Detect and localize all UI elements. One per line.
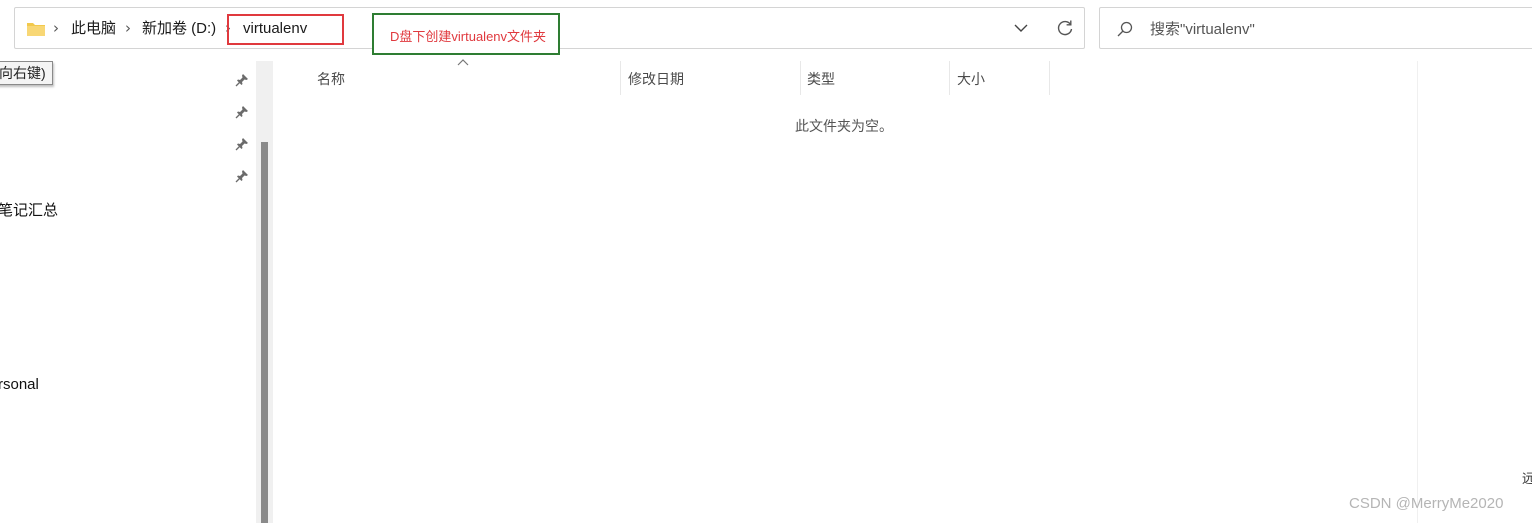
refresh-icon[interactable] (1055, 18, 1075, 38)
column-divider[interactable] (620, 61, 621, 95)
pin-icon[interactable] (235, 169, 249, 183)
nav-scrollbar-thumb[interactable] (261, 142, 268, 523)
tooltip: 向右键) (0, 61, 53, 85)
pin-icon[interactable] (235, 105, 249, 119)
column-header-name[interactable]: 名称 (317, 69, 345, 89)
search-icon (1117, 21, 1133, 37)
column-divider[interactable] (1049, 61, 1050, 95)
column-header-date-modified[interactable]: 修改日期 (628, 69, 684, 89)
annotation-box: D盘下创建virtualenv文件夹 (372, 13, 560, 55)
pin-icon[interactable] (235, 137, 249, 151)
nav-item-personal[interactable]: rsonal (0, 376, 39, 393)
column-header-size[interactable]: 大小 (957, 69, 985, 89)
search-input[interactable] (1150, 18, 1510, 40)
sort-ascending-icon (457, 59, 469, 66)
column-divider[interactable] (949, 61, 950, 95)
breadcrumb-drive-d[interactable]: 新加卷 (D:) (142, 19, 216, 39)
annotation-text: D盘下创建virtualenv文件夹 (390, 29, 547, 44)
breadcrumb-virtualenv[interactable]: virtualenv (243, 19, 307, 39)
breadcrumb-this-pc[interactable]: 此电脑 (71, 19, 116, 39)
pin-icon[interactable] (235, 73, 249, 87)
column-divider[interactable] (800, 61, 801, 95)
column-header-type[interactable]: 类型 (807, 69, 835, 89)
chevron-down-icon[interactable] (1013, 20, 1029, 36)
nav-item-notes[interactable]: 笔记汇总 (0, 199, 58, 220)
search-box[interactable] (1099, 7, 1532, 49)
chevron-right-icon[interactable]: › (125, 18, 131, 38)
folder-icon (27, 23, 45, 36)
watermark: CSDN @MerryMe2020 (1349, 495, 1504, 512)
address-bar[interactable]: › 此电脑 › 新加卷 (D:) › virtualenv D盘下创建virtu… (14, 7, 1085, 55)
edge-text: 远 (1522, 471, 1532, 486)
chevron-right-icon[interactable]: › (53, 18, 59, 38)
empty-folder-message: 此文件夹为空。 (795, 118, 893, 134)
preview-pane-divider (1417, 61, 1418, 523)
